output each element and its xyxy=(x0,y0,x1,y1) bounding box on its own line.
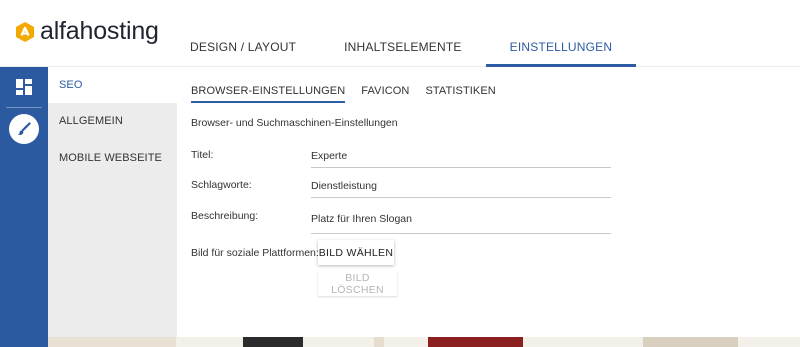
logo[interactable]: alfahosting xyxy=(14,17,159,46)
design-brush-button[interactable] xyxy=(0,109,48,149)
preview-image xyxy=(643,337,738,347)
preview-image xyxy=(374,337,384,347)
sidebar-item-mobile-webseite[interactable]: MOBILE WEBSEITE xyxy=(48,140,177,176)
dashboard-button[interactable] xyxy=(0,67,48,107)
rail-divider xyxy=(6,107,42,108)
tab-favicon[interactable]: FAVICON xyxy=(361,81,409,103)
nav-einstellungen[interactable]: EINSTELLUNGEN xyxy=(485,0,637,67)
settings-tabs: BROWSER-EINSTELLUNGEN FAVICON STATISTIKE… xyxy=(191,81,512,103)
paintbrush-icon xyxy=(18,122,31,135)
brush-button-circle xyxy=(9,114,39,144)
tab-browser-einstellungen[interactable]: BROWSER-EINSTELLUNGEN xyxy=(191,81,346,103)
preview-image xyxy=(243,337,303,347)
dashboard-grid-icon xyxy=(16,79,32,95)
preview-image xyxy=(428,337,523,347)
title-row: Titel: xyxy=(191,144,611,168)
sidebar-item-allgemein[interactable]: ALLGEMEIN xyxy=(48,103,177,139)
icon-rail xyxy=(0,67,48,347)
title-field[interactable] xyxy=(311,144,611,168)
description-row: Beschreibung: xyxy=(191,205,611,234)
sidebar-item-seo[interactable]: SEO xyxy=(48,67,177,103)
preview-strip xyxy=(48,337,800,347)
main-nav: DESIGN / LAYOUT INHALTSELEMENTE EINSTELL… xyxy=(166,0,636,67)
keywords-field[interactable] xyxy=(311,174,611,198)
choose-image-button[interactable]: BILD WÄHLEN xyxy=(318,240,394,265)
nav-design-layout[interactable]: DESIGN / LAYOUT xyxy=(166,0,320,67)
tab-statistiken[interactable]: STATISTIKEN xyxy=(425,81,495,103)
title-label: Titel: xyxy=(191,149,214,161)
nav-inhaltselemente[interactable]: INHALTSELEMENTE xyxy=(320,0,485,67)
settings-sidebar: SEO ALLGEMEIN MOBILE WEBSEITE xyxy=(48,67,177,337)
alfahosting-logo-icon xyxy=(16,21,34,42)
description-label: Beschreibung: xyxy=(191,210,259,222)
keywords-label: Schlagworte: xyxy=(191,179,252,191)
settings-panel: BROWSER-EINSTELLUNGEN FAVICON STATISTIKE… xyxy=(177,67,800,337)
logo-text: alfahosting xyxy=(40,17,159,45)
description-field[interactable] xyxy=(311,205,611,234)
preview-image xyxy=(48,337,176,347)
keywords-row: Schlagworte: xyxy=(191,174,611,198)
top-bar: alfahosting DESIGN / LAYOUT INHALTSELEME… xyxy=(0,0,800,67)
delete-image-button[interactable]: BILD LÖSCHEN xyxy=(318,271,397,296)
section-title: Browser- und Suchmaschinen-Einstellungen xyxy=(191,117,398,129)
social-image-label: Bild für soziale Plattformen: xyxy=(191,247,319,259)
